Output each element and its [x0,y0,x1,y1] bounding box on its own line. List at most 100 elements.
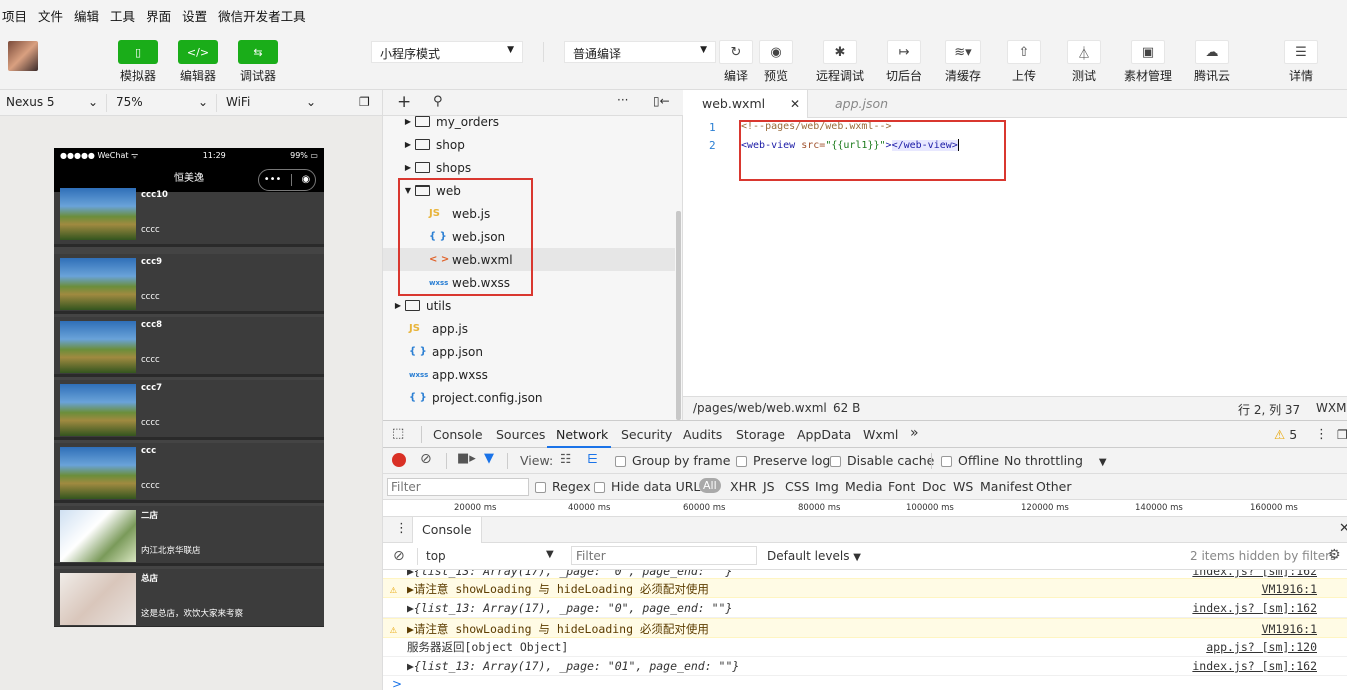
console-row-warning[interactable]: ⚠ ▶请注意 showLoading 与 hideLoading 必须配对使用 VM… [383,618,1347,638]
network-select[interactable]: WiFi ⌄ [226,95,316,109]
list-view-icon[interactable]: ☷ [560,451,571,466]
clear-icon[interactable]: ⊘ [420,451,432,467]
checkbox[interactable] [830,456,841,467]
background-button[interactable]: ↦ [887,40,921,64]
more-tabs-icon[interactable]: » [910,425,919,441]
tree-file-app-json[interactable]: { } app.json [383,340,675,363]
network-filter-input[interactable] [387,478,529,496]
menu-devtools[interactable]: 微信开发者工具 [218,6,306,25]
upload-button[interactable]: ⇧ [1007,40,1041,64]
test-button[interactable]: ⏃ [1067,40,1101,64]
tree-folder-shop[interactable]: ▶ shop [383,133,675,156]
context-select[interactable]: top ▼ [426,549,554,563]
type-filter-xhr[interactable]: XHR [730,479,757,494]
console-source[interactable]: VM1916:1 [1262,619,1317,639]
cloud-button[interactable]: ☁ [1195,40,1229,64]
menu-view[interactable]: 界面 [146,6,171,25]
close-icon[interactable]: ✕ [790,90,800,118]
menu-tools[interactable]: 工具 [110,6,135,25]
checkbox[interactable] [535,482,546,493]
device-select[interactable]: Nexus 5 ⌄ [6,95,98,109]
console-source[interactable]: index.js? [sm]:162 [1192,598,1317,618]
list-item[interactable]: 二店 内江北京华联店 [54,506,324,566]
kebab-icon[interactable]: ⋮ [1315,427,1328,442]
list-item[interactable]: ccc10 cccc [54,188,324,247]
type-filter-doc[interactable]: Doc [922,479,946,494]
capsule[interactable]: ••• ◉ [258,169,316,191]
checkbox[interactable] [594,482,605,493]
clear-console-icon[interactable]: ⊘ [393,548,405,564]
compile-mode-select[interactable]: 普通编译 ▼ [564,41,716,63]
avatar[interactable] [8,41,38,71]
zoom-select[interactable]: 75% ⌄ [116,95,208,109]
popout-icon[interactable]: ❐ [359,95,370,109]
tree-folder-shops[interactable]: ▶ shops [383,156,675,179]
console-row[interactable]: ▶{list_13: Array(17), _page: "01", page_… [383,656,1347,676]
tab-wxml[interactable]: Wxml [863,427,898,442]
hide-data-urls-toggle[interactable]: Hide data URLs [594,479,707,494]
list-item[interactable]: ccc7 cccc [54,380,324,440]
console-source[interactable]: app.js? [sm]:120 [1206,637,1317,657]
add-icon[interactable]: + [397,92,411,112]
list-item[interactable]: ccc cccc [54,443,324,503]
video-camera-icon[interactable]: ■▸ [457,451,476,466]
debugger-button[interactable]: ⇆ [238,40,278,64]
tab-console-drawer[interactable]: Console [412,517,482,543]
list-item[interactable]: ccc8 cccc [54,317,324,377]
levels-select[interactable]: Default levels ▼ [767,549,861,563]
console-prompt[interactable]: > [392,677,402,690]
menu-file[interactable]: 文件 [38,6,63,25]
type-filter-manifest[interactable]: Manifest [980,479,1033,494]
throttling-select[interactable]: No throttling ▼ [1004,453,1107,468]
tab-security[interactable]: Security [621,427,672,442]
search-icon[interactable]: ⚲ [433,94,443,109]
type-filter-other[interactable]: Other [1036,479,1072,494]
menu-settings[interactable]: 设置 [182,6,207,25]
type-filter-ws[interactable]: WS [953,479,973,494]
tab-web-wxml[interactable]: web.wxml ✕ [683,90,808,118]
details-button[interactable]: ☰ [1284,40,1318,64]
tab-sources[interactable]: Sources [496,427,545,442]
tab-app-json[interactable]: app.json [815,90,908,118]
record-icon[interactable] [392,453,406,467]
menu-project[interactable]: 项目 [2,6,27,25]
offline-toggle[interactable]: Offline [941,453,999,468]
menu-edit[interactable]: 编辑 [74,6,99,25]
tab-audits[interactable]: Audits [683,427,722,442]
tab-storage[interactable]: Storage [736,427,785,442]
network-timeline[interactable]: 20000 ms 40000 ms 60000 ms 80000 ms 1000… [383,500,1347,517]
assets-button[interactable]: ▣ [1131,40,1165,64]
console-source[interactable]: index.js? [sm]:162 [1192,656,1317,676]
preview-button[interactable]: ◉ [759,40,793,64]
checkbox[interactable] [941,456,952,467]
tab-network[interactable]: Network [556,427,608,442]
editor-button[interactable]: </> [178,40,218,64]
more-icon[interactable]: ··· [617,93,628,107]
gear-icon[interactable]: ⚙ [1328,547,1341,563]
compile-button[interactable]: ↻ [719,40,753,64]
close-icon[interactable]: ✕ [1339,521,1347,536]
simulator-button[interactable]: ▯ [118,40,158,64]
console-row[interactable]: 服务器返回[object Object] app.js? [sm]:120 [383,637,1347,657]
kebab-icon[interactable]: ⋮ [395,521,408,536]
filter-icon[interactable]: ▼ [484,451,494,466]
type-filter-all[interactable]: All [699,478,721,493]
code-editor[interactable]: 1 2 <!--pages/web/web.wxml--> <web-view … [683,118,1347,396]
tree-folder-my_orders[interactable]: ▶ my_orders [383,116,675,133]
tree-file-app-wxss[interactable]: wxss app.wxss [383,363,675,386]
scrollbar[interactable] [676,211,681,420]
remote-debug-button[interactable]: ✱ [823,40,857,64]
console-row[interactable]: ▶{list_13: Array(17), _page: "0", page_e… [383,598,1347,618]
tree-file-project-config[interactable]: { } project.config.json [383,386,675,409]
console-filter-input[interactable] [571,546,757,565]
list-item[interactable]: 总店 这是总店，欢饮大家来考察 [54,569,324,627]
tree-file-app-js[interactable]: JS app.js [383,317,675,340]
type-filter-css[interactable]: CSS [785,479,810,494]
type-filter-js[interactable]: JS [763,479,775,494]
checkbox[interactable] [736,456,747,467]
group-by-frame-toggle[interactable]: Group by frame [615,453,730,468]
mode-select[interactable]: 小程序模式 ▼ [371,41,523,63]
console-source[interactable]: VM1916:1 [1262,579,1317,599]
tab-console[interactable]: Console [433,427,483,442]
console-row-warning[interactable]: ⚠ ▶请注意 showLoading 与 hideLoading 必须配对使用 VM… [383,578,1347,598]
